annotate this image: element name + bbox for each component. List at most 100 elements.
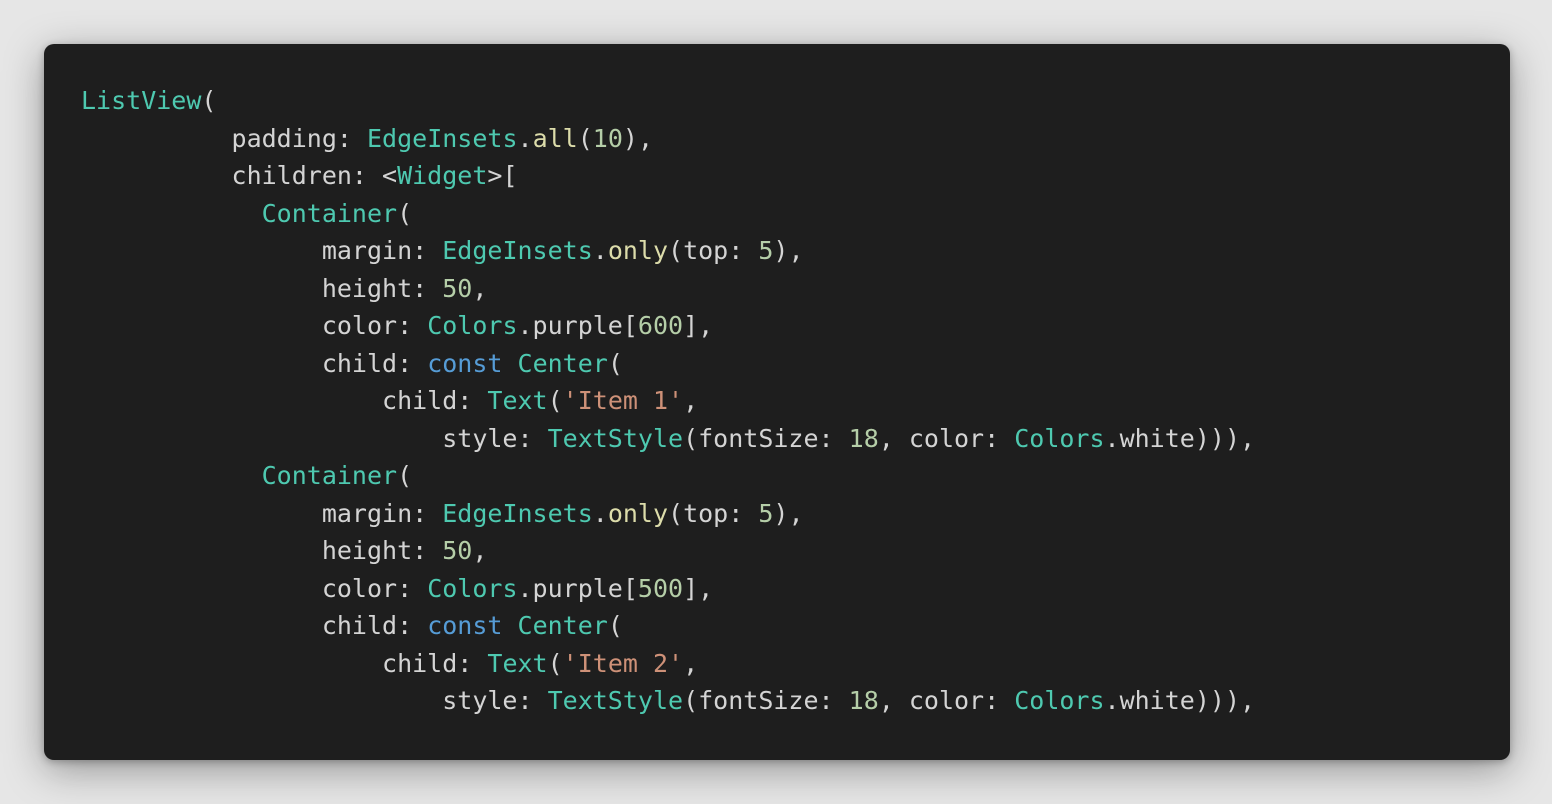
code-line: Container(: [81, 457, 1255, 495]
code-token-type: Text: [487, 648, 548, 678]
code-line: ListView(: [81, 82, 1255, 120]
code-token-function: all: [532, 123, 578, 153]
code-token-text: children: <: [81, 161, 398, 190]
code-token-text: ,: [472, 536, 488, 565]
code-line: child: const Center(: [81, 345, 1255, 383]
code-token-type: Widget: [397, 161, 488, 190]
code-line: style: TextStyle(fontSize: 18, color: Co…: [81, 420, 1255, 458]
code-token-number: 18: [848, 686, 879, 715]
code-token-type: EdgeInsets: [442, 498, 593, 528]
code-token-text: child:: [81, 386, 488, 415]
code-line: margin: EdgeInsets.only(top: 5),: [81, 495, 1255, 533]
code-token-text: ),: [773, 498, 804, 528]
code-token-type: Colors: [1014, 423, 1105, 453]
code-token-text: (: [577, 123, 593, 153]
code-token-string: 'Item 2': [562, 648, 684, 678]
code-token-type: TextStyle: [547, 686, 684, 715]
code-token-text: ],: [683, 573, 714, 603]
code-token-number: 50: [442, 536, 473, 565]
code-token-number: 500: [637, 573, 684, 603]
code-token-text: padding:: [81, 123, 367, 153]
code-token-type: EdgeInsets: [442, 236, 593, 265]
code-block: ListView( padding: EdgeInsets.all(10), c…: [81, 82, 1255, 720]
code-token-type: EdgeInsets: [366, 123, 518, 153]
code-token-text: .purple[: [517, 311, 638, 340]
code-token-string: 'Item 1': [562, 386, 684, 415]
code-token-text: , color:: [878, 686, 1015, 715]
code-token-text: style:: [81, 423, 548, 453]
code-token-text: color:: [81, 573, 428, 603]
code-token-text: height:: [81, 536, 443, 565]
code-token-text: .: [592, 498, 608, 528]
code-token-type: Colors: [427, 311, 518, 340]
code-line: child: Text('Item 1',: [81, 382, 1255, 420]
code-token-text: (: [607, 348, 623, 378]
code-token-text: .: [592, 236, 608, 265]
code-token-type: Colors: [427, 573, 518, 603]
code-line: children: <Widget>[: [81, 157, 1255, 195]
code-token-text: ),: [773, 236, 804, 265]
code-token-text: margin:: [81, 236, 443, 265]
code-token-keyword: const: [427, 611, 503, 640]
code-token-text: color:: [81, 311, 428, 340]
code-line: child: Text('Item 2',: [81, 645, 1255, 683]
code-window: ListView( padding: EdgeInsets.all(10), c…: [44, 44, 1510, 760]
code-line: style: TextStyle(fontSize: 18, color: Co…: [81, 682, 1255, 720]
code-token-type: Center: [517, 611, 608, 640]
code-token-text: (fontSize:: [683, 686, 849, 715]
code-token-text: .: [517, 123, 533, 153]
code-line: Container(: [81, 195, 1255, 233]
code-token-text: child:: [81, 611, 428, 640]
code-token-type: Center: [517, 348, 608, 378]
code-token-text: .white))),: [1104, 686, 1256, 715]
code-token-text: margin:: [81, 498, 443, 528]
code-token-text: ],: [683, 311, 714, 340]
code-token-text: (: [607, 611, 623, 640]
code-token-text: ,: [472, 273, 488, 303]
code-token-number: 600: [637, 311, 684, 340]
code-token-function: only: [607, 498, 669, 528]
code-token-text: (: [547, 648, 563, 678]
code-token-text: .purple[: [517, 573, 638, 603]
code-token-function: only: [607, 236, 669, 265]
code-token-text: >[: [487, 161, 518, 190]
code-token-text: , color:: [878, 423, 1015, 453]
code-token-text: (top:: [668, 236, 759, 265]
code-token-number: 5: [758, 498, 774, 528]
code-line: margin: EdgeInsets.only(top: 5),: [81, 232, 1255, 270]
code-line: child: const Center(: [81, 607, 1255, 645]
code-token-text: ,: [683, 648, 699, 678]
code-token-text: (fontSize:: [683, 423, 849, 453]
code-token-number: 10: [592, 123, 623, 153]
code-token-text: .white))),: [1104, 423, 1256, 453]
code-token-text: (: [397, 461, 413, 490]
code-token-type: Text: [487, 386, 548, 415]
code-token-number: 5: [758, 236, 774, 265]
code-token-type: Container: [261, 198, 398, 228]
code-token-type: ListView: [81, 86, 202, 115]
code-line: color: Colors.purple[500],: [81, 570, 1255, 608]
code-token-text: height:: [81, 273, 443, 303]
code-token-type: TextStyle: [547, 423, 684, 453]
code-line: height: 50,: [81, 532, 1255, 570]
code-token-text: (: [547, 386, 563, 415]
code-token-type: Container: [261, 461, 398, 490]
code-token-text: style:: [81, 686, 548, 715]
code-token-text: (: [397, 198, 413, 228]
code-token-keyword: const: [427, 348, 503, 378]
code-token-text: ),: [622, 123, 653, 153]
code-token-type: Colors: [1014, 686, 1105, 715]
code-token-number: 50: [442, 273, 473, 303]
code-token-number: 18: [848, 423, 879, 453]
code-token-text: (: [201, 86, 217, 115]
code-token-text: ,: [683, 386, 699, 415]
code-token-text: (top:: [668, 498, 759, 528]
code-line: height: 50,: [81, 270, 1255, 308]
code-token-text: child:: [81, 348, 428, 378]
code-line: padding: EdgeInsets.all(10),: [81, 120, 1255, 158]
code-token-text: child:: [81, 648, 488, 678]
